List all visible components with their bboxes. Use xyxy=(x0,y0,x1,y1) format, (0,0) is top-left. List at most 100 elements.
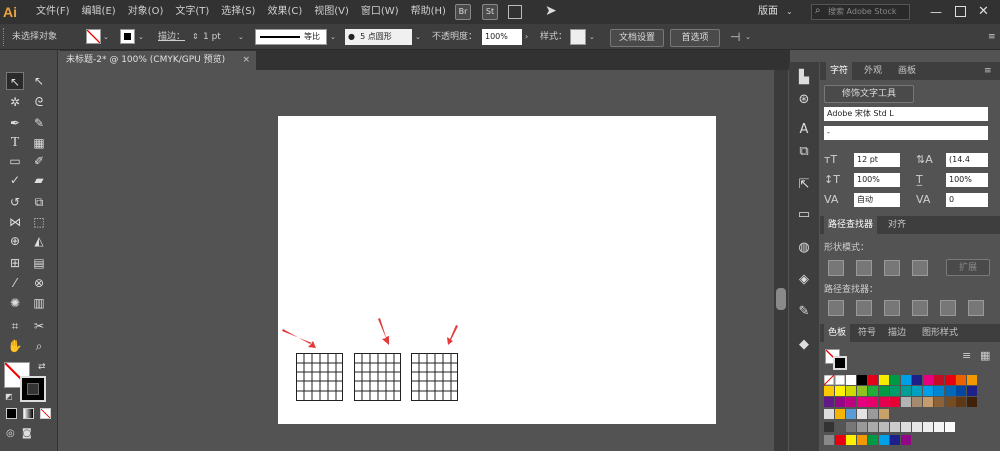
lasso-icon[interactable]: ᘓ xyxy=(30,93,48,111)
chevron-down-icon[interactable]: ⌄ xyxy=(238,24,244,50)
stock-button[interactable]: St xyxy=(482,4,498,20)
expand-button[interactable]: 扩展 xyxy=(946,259,990,276)
trim-icon[interactable] xyxy=(856,300,872,316)
outline-icon[interactable] xyxy=(940,300,956,316)
perspective-grid-icon[interactable]: ◭ xyxy=(30,232,48,250)
divide-icon[interactable] xyxy=(828,300,844,316)
touch-type-tool-button[interactable]: 修饰文字工具 xyxy=(824,85,914,103)
list-view-icon[interactable]: ≡ xyxy=(962,349,971,362)
chevron-down-icon[interactable]: ⌄ xyxy=(745,24,751,50)
chevron-down-icon[interactable]: ⌄ xyxy=(138,24,144,50)
stock-search-input[interactable]: 搜索 Adobe Stock xyxy=(811,4,910,20)
thumbnail-view-icon[interactable]: ▦ xyxy=(980,349,990,362)
character-icon[interactable]: A xyxy=(796,122,812,138)
align-icon[interactable]: ⊣ xyxy=(730,24,740,50)
eyedropper-icon[interactable]: ⁄ xyxy=(6,274,24,292)
font-style-field[interactable]: - xyxy=(824,126,988,140)
pen-tool-icon[interactable]: ✒ xyxy=(6,114,24,132)
opacity-field[interactable]: 100% xyxy=(482,29,522,45)
slice-tool-icon[interactable]: ✂ xyxy=(30,317,48,335)
panel-menu-icon[interactable]: ≡ xyxy=(988,24,996,50)
menu-edit[interactable]: 编辑(E) xyxy=(76,0,122,24)
close-icon[interactable]: ✕ xyxy=(978,0,989,24)
artboard-tool-icon[interactable]: ⌗ xyxy=(6,317,24,335)
tab-pathfinder[interactable]: 路径查找器 xyxy=(824,216,878,234)
fill-swatch[interactable] xyxy=(86,29,101,44)
zoom-tool-icon[interactable]: ⌕ xyxy=(30,337,48,355)
gradient-panel-icon[interactable]: ▭ xyxy=(796,207,812,223)
tab-graphic-styles[interactable]: 图形样式 xyxy=(918,324,962,342)
close-tab-icon[interactable]: × xyxy=(242,51,250,70)
leading-field[interactable]: (14.4 xyxy=(946,153,988,167)
document-setup-button[interactable]: 文档设置 xyxy=(610,29,664,47)
graphic-style-swatch[interactable] xyxy=(570,29,586,45)
mesh-tool-icon[interactable]: ⊞ xyxy=(6,254,24,272)
scrollbar-thumb[interactable] xyxy=(776,288,786,310)
tab-align[interactable]: 对齐 xyxy=(884,216,910,234)
brush-definition[interactable]: ● 5 点圆形 xyxy=(345,29,412,45)
default-colors-icon[interactable]: ◩ xyxy=(5,392,13,401)
export-icon[interactable]: ⇱ xyxy=(796,177,812,193)
blend-tool-icon[interactable]: ⊗ xyxy=(30,274,48,292)
stroke-label[interactable]: 描边： xyxy=(158,24,185,50)
document-tab[interactable]: 未标题-2* @ 100% (CMYK/GPU 预览) × xyxy=(60,51,256,70)
panel-menu-icon[interactable]: ≡ xyxy=(980,62,996,80)
direct-selection-tool-icon[interactable]: ↖ xyxy=(30,72,48,90)
column-graph-icon[interactable]: ▥ xyxy=(30,294,48,312)
tab-character[interactable]: 字符 xyxy=(826,62,853,80)
stroke-color-icon[interactable] xyxy=(20,376,46,402)
swap-colors-icon[interactable]: ⇄ xyxy=(38,362,46,372)
transparency-icon[interactable]: ◍ xyxy=(796,240,812,256)
menu-type[interactable]: 文字(T) xyxy=(169,0,215,24)
shape-builder-icon[interactable]: ⊕ xyxy=(6,232,24,250)
vertical-scale-field[interactable]: 100% xyxy=(854,173,900,187)
magic-wand-icon[interactable]: ✲ xyxy=(6,93,24,111)
selection-tool-icon[interactable]: ↖ xyxy=(6,72,24,90)
unite-icon[interactable] xyxy=(828,260,844,276)
tab-swatches[interactable]: 色板 xyxy=(824,324,851,342)
transform-icon[interactable]: ⧉ xyxy=(796,144,812,160)
paintbrush-icon[interactable]: ✐ xyxy=(30,152,48,170)
minus-back-icon[interactable] xyxy=(968,300,984,316)
hand-tool-icon[interactable]: ✋ xyxy=(6,337,24,355)
menu-window[interactable]: 窗口(W) xyxy=(355,0,405,24)
shaper-tool-icon[interactable]: ✓ xyxy=(6,171,24,189)
font-size-field[interactable]: 12 pt xyxy=(854,153,900,167)
bridge-button[interactable]: Br xyxy=(455,4,471,20)
tab-stroke[interactable]: 描边 xyxy=(884,324,910,342)
merge-icon[interactable] xyxy=(884,300,900,316)
minimize-icon[interactable]: — xyxy=(930,0,942,24)
preferences-button[interactable]: 首选项 xyxy=(670,29,720,47)
rectangular-grid[interactable] xyxy=(411,353,459,402)
free-transform-icon[interactable]: ⬚ xyxy=(30,213,48,231)
chevron-down-icon[interactable]: ⌄ xyxy=(415,24,421,50)
minus-front-icon[interactable] xyxy=(856,260,872,276)
symbol-sprayer-icon[interactable]: ✺ xyxy=(6,294,24,312)
draw-normal-icon[interactable]: ◎ xyxy=(6,428,15,439)
rotate-tool-icon[interactable]: ↺ xyxy=(6,193,24,211)
none-mode-icon[interactable] xyxy=(40,408,51,419)
menu-object[interactable]: 对象(O) xyxy=(122,0,170,24)
variable-width-profile[interactable]: 等比 xyxy=(255,29,327,45)
chevron-down-icon[interactable]: ⌄ xyxy=(786,0,793,24)
screen-mode-icon[interactable]: ◙ xyxy=(22,428,32,439)
navigator-icon[interactable]: ⊛ xyxy=(796,92,812,108)
tab-artboards[interactable]: 画板 xyxy=(894,62,920,80)
color-mode-icon[interactable] xyxy=(6,408,17,419)
font-family-field[interactable]: Adobe 宋体 Std L xyxy=(824,107,988,121)
gpu-rocket-icon[interactable]: ➤ xyxy=(545,3,557,19)
menu-help[interactable]: 帮助(H) xyxy=(405,0,452,24)
menu-select[interactable]: 选择(S) xyxy=(215,0,261,24)
grid-tool-icon[interactable]: ▦ xyxy=(30,134,48,152)
appearance-icon[interactable]: ◈ xyxy=(796,272,812,288)
arrange-documents-icon[interactable] xyxy=(508,5,522,19)
menu-file[interactable]: 文件(F) xyxy=(30,0,76,24)
chevron-down-icon[interactable]: ⌄ xyxy=(103,24,109,50)
crop-icon[interactable] xyxy=(912,300,928,316)
tab-symbols[interactable]: 符号 xyxy=(854,324,880,342)
vertical-scrollbar[interactable] xyxy=(774,70,788,451)
stroke-swatch[interactable] xyxy=(120,29,135,44)
tab-appearance[interactable]: 外观 xyxy=(860,62,886,80)
kerning-field[interactable]: 自动 xyxy=(854,193,900,207)
menu-effect[interactable]: 效果(C) xyxy=(261,0,308,24)
